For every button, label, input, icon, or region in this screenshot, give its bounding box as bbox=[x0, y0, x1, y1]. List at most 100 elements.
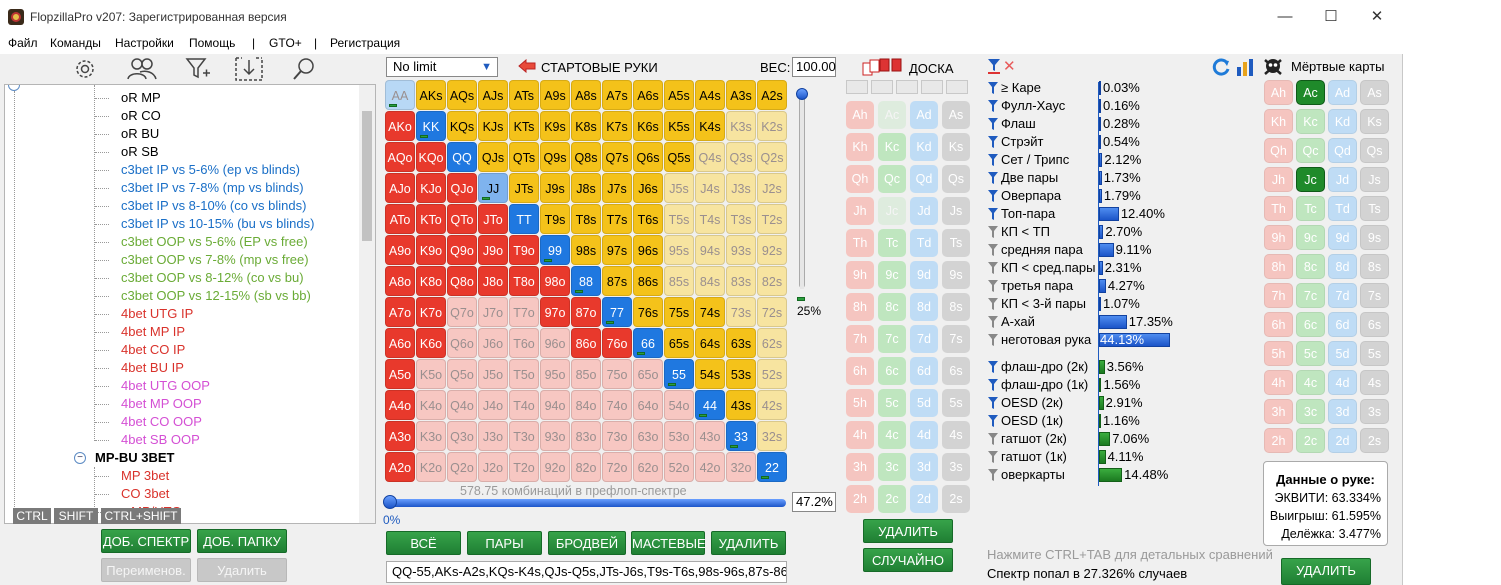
tree-item[interactable]: c3bet OOP vs 8-12% (co vs bu) bbox=[121, 269, 304, 287]
menu-commands[interactable]: Команды bbox=[50, 36, 101, 50]
board-slot[interactable] bbox=[871, 80, 893, 94]
dead-card[interactable]: 7s bbox=[1360, 283, 1389, 308]
dead-card[interactable]: As bbox=[1360, 80, 1389, 105]
board-card[interactable]: As bbox=[942, 101, 970, 129]
hand-cell[interactable]: 84s bbox=[695, 266, 725, 296]
tree-item[interactable]: oR SB bbox=[121, 143, 159, 161]
board-card[interactable]: Jh bbox=[846, 197, 874, 225]
delete-range-button[interactable]: Удалить bbox=[197, 558, 287, 582]
hand-cell[interactable]: T2o bbox=[509, 452, 539, 482]
dead-card[interactable]: 2c bbox=[1296, 428, 1325, 453]
hand-cell[interactable]: 54s bbox=[695, 359, 725, 389]
hand-cell[interactable]: AQs bbox=[447, 80, 477, 110]
board-card[interactable]: 9c bbox=[878, 261, 906, 289]
dead-card[interactable]: 3d bbox=[1328, 399, 1357, 424]
hand-cell[interactable]: 92s bbox=[757, 235, 787, 265]
hand-cell[interactable]: 97o bbox=[540, 297, 570, 327]
hand-cell[interactable]: JTs bbox=[509, 173, 539, 203]
dead-card[interactable]: 4c bbox=[1296, 370, 1325, 395]
filter-pairs-button[interactable]: ПАРЫ bbox=[467, 531, 542, 555]
board-card[interactable]: Kh bbox=[846, 133, 874, 161]
dead-card[interactable]: 3s bbox=[1360, 399, 1389, 424]
board-card[interactable]: 9s bbox=[942, 261, 970, 289]
hand-cell[interactable]: 43o bbox=[695, 421, 725, 451]
hand-cell[interactable]: T4s bbox=[695, 204, 725, 234]
filter-icon[interactable] bbox=[988, 315, 998, 329]
board-card[interactable]: Td bbox=[910, 229, 938, 257]
filter-icon[interactable] bbox=[988, 279, 998, 293]
hand-cell[interactable]: ATo bbox=[385, 204, 415, 234]
tree-item[interactable]: MP 3bet bbox=[121, 467, 169, 485]
hand-cell[interactable]: T3o bbox=[509, 421, 539, 451]
tree-item[interactable]: 4bet MP OOP bbox=[121, 395, 202, 413]
hand-cell[interactable]: 77 bbox=[602, 297, 632, 327]
hand-cell[interactable]: 96s bbox=[633, 235, 663, 265]
hand-cell[interactable]: T7s bbox=[602, 204, 632, 234]
board-card[interactable]: 5c bbox=[878, 389, 906, 417]
hand-cell[interactable]: 94o bbox=[540, 390, 570, 420]
hand-cell[interactable]: J3s bbox=[726, 173, 756, 203]
hand-cell[interactable]: 85s bbox=[664, 266, 694, 296]
board-card[interactable]: Ad bbox=[910, 101, 938, 129]
hand-cell[interactable]: A2o bbox=[385, 452, 415, 482]
weight-slider-track[interactable] bbox=[799, 92, 805, 289]
board-card[interactable]: 2s bbox=[942, 485, 970, 513]
board-card[interactable]: 8h bbox=[846, 293, 874, 321]
board-card[interactable]: 2d bbox=[910, 485, 938, 513]
board-card[interactable]: 9h bbox=[846, 261, 874, 289]
hand-cell[interactable]: T8o bbox=[509, 266, 539, 296]
hand-cell[interactable]: 22 bbox=[757, 452, 787, 482]
tree-scroll-thumb[interactable] bbox=[362, 111, 372, 241]
dead-card[interactable]: 7c bbox=[1296, 283, 1325, 308]
board-card[interactable]: 4s bbox=[942, 421, 970, 449]
tree-item[interactable]: oR CO bbox=[121, 107, 161, 125]
hand-cell[interactable]: 64o bbox=[633, 390, 663, 420]
dead-card[interactable]: 4h bbox=[1264, 370, 1293, 395]
dead-card[interactable]: 2h bbox=[1264, 428, 1293, 453]
dead-card[interactable]: 3h bbox=[1264, 399, 1293, 424]
hand-cell[interactable]: AA bbox=[385, 80, 415, 110]
users-icon[interactable] bbox=[126, 56, 158, 82]
board-card[interactable]: 9d bbox=[910, 261, 938, 289]
hand-cell[interactable]: 86s bbox=[633, 266, 663, 296]
hand-cell[interactable]: K9o bbox=[416, 235, 446, 265]
hand-cell[interactable]: JJ bbox=[478, 173, 508, 203]
hand-cell[interactable]: 87s bbox=[602, 266, 632, 296]
dead-card[interactable]: Qc bbox=[1296, 138, 1325, 163]
board-delete-button[interactable]: УДАЛИТЬ bbox=[863, 519, 953, 543]
hand-cell[interactable]: J8o bbox=[478, 266, 508, 296]
tree-item[interactable]: 4bet MP IP bbox=[121, 323, 185, 341]
filter-icon[interactable] bbox=[988, 207, 998, 221]
filter-icon[interactable] bbox=[988, 81, 998, 95]
board-card[interactable]: Tc bbox=[878, 229, 906, 257]
board-card[interactable]: Ts bbox=[942, 229, 970, 257]
board-card[interactable]: 5s bbox=[942, 389, 970, 417]
hand-cell[interactable]: K5s bbox=[664, 111, 694, 141]
chart-icon[interactable] bbox=[1236, 57, 1256, 77]
hand-cell[interactable]: A9o bbox=[385, 235, 415, 265]
hand-cell[interactable]: 75s bbox=[664, 297, 694, 327]
tree-item[interactable]: c3bet OOP vs 5-6% (EP vs free) bbox=[121, 233, 308, 251]
hand-cell[interactable]: QJs bbox=[478, 142, 508, 172]
hand-cell[interactable]: T2s bbox=[757, 204, 787, 234]
hand-cell[interactable]: 93o bbox=[540, 421, 570, 451]
dead-card[interactable]: 5s bbox=[1360, 341, 1389, 366]
dead-card[interactable]: 4d bbox=[1328, 370, 1357, 395]
dead-card[interactable]: Js bbox=[1360, 167, 1389, 192]
hand-cell[interactable]: J9s bbox=[540, 173, 570, 203]
tree-item[interactable]: CO 3bet bbox=[121, 485, 169, 503]
board-card[interactable]: Th bbox=[846, 229, 874, 257]
hand-cell[interactable]: ATs bbox=[509, 80, 539, 110]
hand-cell[interactable]: 76s bbox=[633, 297, 663, 327]
dead-card[interactable]: 5h bbox=[1264, 341, 1293, 366]
hand-cell[interactable]: K5o bbox=[416, 359, 446, 389]
hand-cell[interactable]: QTs bbox=[509, 142, 539, 172]
filter-icon[interactable] bbox=[988, 378, 998, 392]
rename-button[interactable]: Переименов. bbox=[101, 558, 191, 582]
board-card[interactable]: 7c bbox=[878, 325, 906, 353]
minimize-button[interactable]: — bbox=[1262, 4, 1308, 30]
hand-cell[interactable]: Q6s bbox=[633, 142, 663, 172]
dead-card[interactable]: Kh bbox=[1264, 109, 1293, 134]
folder-toggle[interactable]: − bbox=[74, 452, 86, 464]
dead-card[interactable]: Jc bbox=[1296, 167, 1325, 192]
